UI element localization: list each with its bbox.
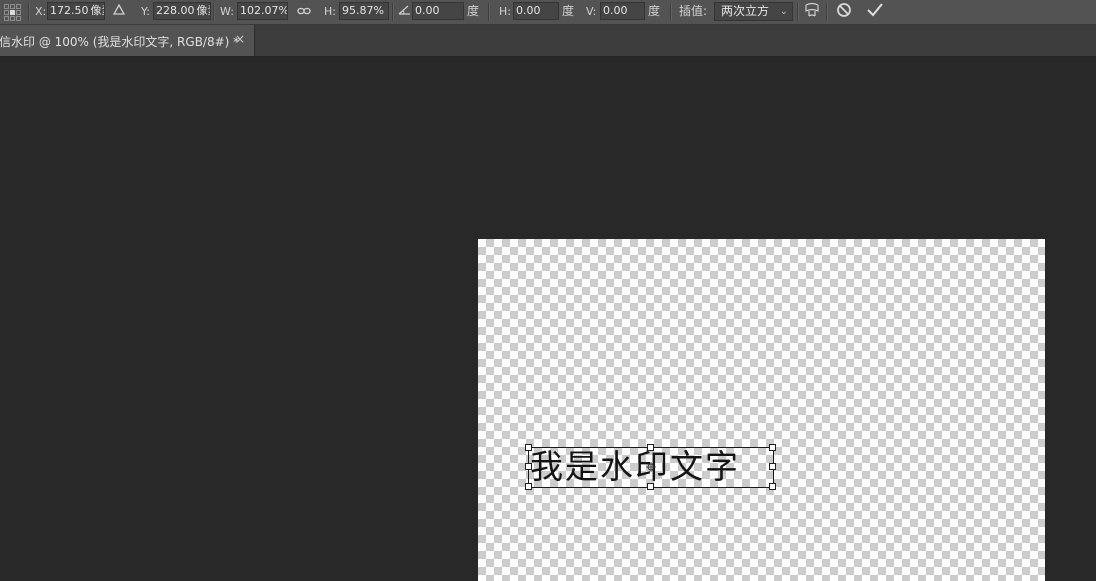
width-scale-input[interactable]: 102.07% [237, 2, 288, 20]
x-position-input[interactable]: 172.50像素 [47, 2, 105, 20]
y-unit: 像素 [196, 4, 211, 17]
ref-point-cell[interactable] [10, 16, 15, 21]
document-tab[interactable]: 信水印 @ 100% (我是水印文字, RGB/8#) * × [0, 25, 255, 56]
separator [670, 3, 672, 21]
rotation-unit: 度 [467, 4, 480, 18]
height-scale-input[interactable]: 95.87% [339, 2, 389, 20]
ref-point-cell[interactable] [4, 16, 9, 21]
transform-handle-bottom-left[interactable] [525, 483, 532, 490]
separator [488, 3, 490, 21]
vskew-label: V: [586, 5, 597, 18]
close-icon[interactable]: × [235, 32, 245, 46]
delta-triangle-icon[interactable] [110, 2, 128, 22]
commit-checkmark-icon[interactable] [864, 2, 886, 22]
x-value: 172.50 [50, 4, 89, 17]
ref-point-cell[interactable] [4, 4, 9, 9]
reference-point-locator[interactable] [4, 4, 21, 21]
separator [28, 3, 30, 21]
transform-handle-middle-left[interactable] [525, 463, 532, 470]
link-chain-icon[interactable] [295, 2, 313, 22]
document-tab-bar: 信水印 @ 100% (我是水印文字, RGB/8#) * × [0, 25, 1096, 57]
interpolation-select[interactable]: 两次立方 ⌄ [714, 2, 793, 21]
transform-handle-bottom-right[interactable] [769, 483, 776, 490]
separator [213, 3, 215, 21]
chevron-down-icon: ⌄ [779, 6, 788, 17]
x-label: X: [35, 5, 47, 18]
transform-handle-top-right[interactable] [769, 444, 776, 451]
warp-mode-icon[interactable] [802, 2, 822, 22]
document-canvas[interactable] [478, 239, 1045, 581]
ref-point-cell-active[interactable] [10, 10, 15, 15]
separator [797, 3, 799, 21]
y-label: Y: [141, 5, 150, 18]
transform-handle-bottom-center[interactable] [647, 483, 654, 490]
ref-point-cell[interactable] [16, 16, 21, 21]
ref-point-cell[interactable] [16, 4, 21, 9]
x-unit: 像素 [90, 4, 105, 17]
ref-point-cell[interactable] [4, 10, 9, 15]
vertical-skew-input[interactable]: 0.00 [600, 2, 645, 20]
ref-point-cell[interactable] [16, 10, 21, 15]
ref-point-cell[interactable] [10, 4, 15, 9]
transform-handle-top-center[interactable] [647, 444, 654, 451]
interpolation-value: 两次立方 [721, 4, 770, 18]
y-position-input[interactable]: 228.00像素 [153, 2, 211, 20]
rotation-input[interactable]: 0.00 [412, 2, 464, 20]
separator [392, 3, 394, 21]
vskew-unit: 度 [648, 4, 661, 18]
w-label: W: [220, 5, 234, 18]
hskew-unit: 度 [562, 4, 575, 18]
y-value: 228.00 [156, 4, 195, 17]
rotate-angle-icon [396, 2, 412, 22]
options-bar: X: 172.50像素 Y: 228.00像素 W: 102.07% H: 95… [0, 0, 1096, 25]
cancel-transform-icon[interactable] [834, 2, 854, 22]
horizontal-skew-input[interactable]: 0.00 [513, 2, 559, 20]
h-label: H: [324, 5, 336, 18]
hskew-label: H: [499, 5, 511, 18]
separator [826, 3, 828, 21]
transform-handle-middle-right[interactable] [769, 463, 776, 470]
interpolation-label: 插值: [679, 4, 708, 18]
transform-center-point-icon[interactable] [646, 462, 656, 472]
document-tab-title: 信水印 @ 100% (我是水印文字, RGB/8#) * [0, 35, 240, 49]
transform-handle-top-left[interactable] [525, 444, 532, 451]
